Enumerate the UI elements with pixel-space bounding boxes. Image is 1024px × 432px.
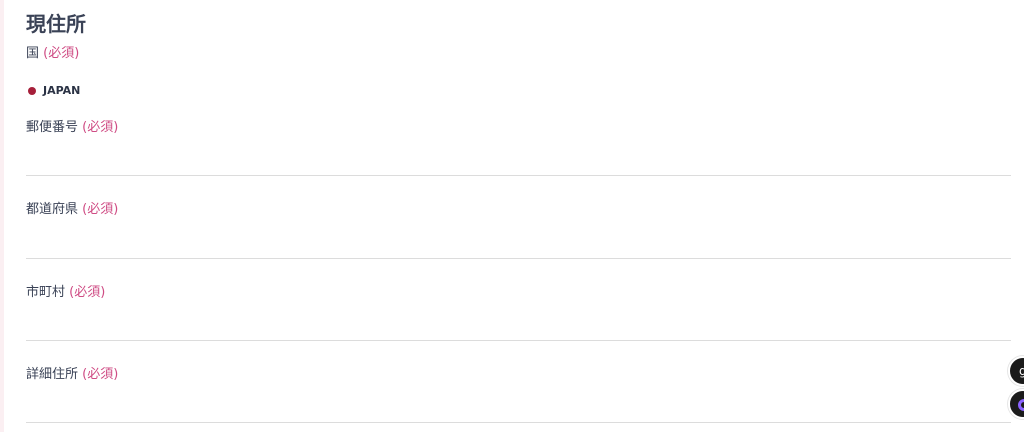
country-label: 国 (必須) — [26, 45, 79, 63]
prefecture-label: 都道府県 (必須) — [26, 201, 118, 219]
city-input[interactable] — [26, 340, 1011, 341]
city-label-text: 市町村 — [26, 285, 66, 300]
required-mark: (必須) — [69, 285, 106, 300]
postal-code-input[interactable] — [26, 175, 1011, 176]
required-mark: (必須) — [43, 46, 80, 61]
required-mark: (必須) — [82, 367, 119, 382]
country-value: JAPAN — [43, 84, 81, 97]
city-label: 市町村 (必須) — [26, 284, 105, 302]
country-radio-option[interactable]: JAPAN — [28, 84, 80, 97]
postal-code-label: 郵便番号 (必須) — [26, 119, 118, 137]
required-mark: (必須) — [82, 120, 119, 135]
detailed-address-label: 詳細住所 (必須) — [26, 366, 118, 384]
radio-selected-icon — [28, 86, 36, 95]
required-mark: (必須) — [82, 202, 119, 217]
prefecture-input[interactable] — [26, 258, 1011, 259]
section-title: 現住所 — [26, 12, 86, 36]
assistant-ring-icon — [1018, 399, 1024, 411]
floating-assistant-button[interactable] — [1008, 389, 1024, 419]
postal-code-label-text: 郵便番号 — [26, 120, 79, 135]
chat-icon: g — [1019, 364, 1024, 378]
left-border-accent — [0, 0, 4, 432]
country-label-text: 国 — [26, 46, 40, 61]
prefecture-label-text: 都道府県 — [26, 202, 79, 217]
floating-chat-button[interactable]: g — [1008, 356, 1024, 386]
detailed-address-label-text: 詳細住所 — [26, 367, 79, 382]
detailed-address-input[interactable] — [26, 422, 1011, 423]
